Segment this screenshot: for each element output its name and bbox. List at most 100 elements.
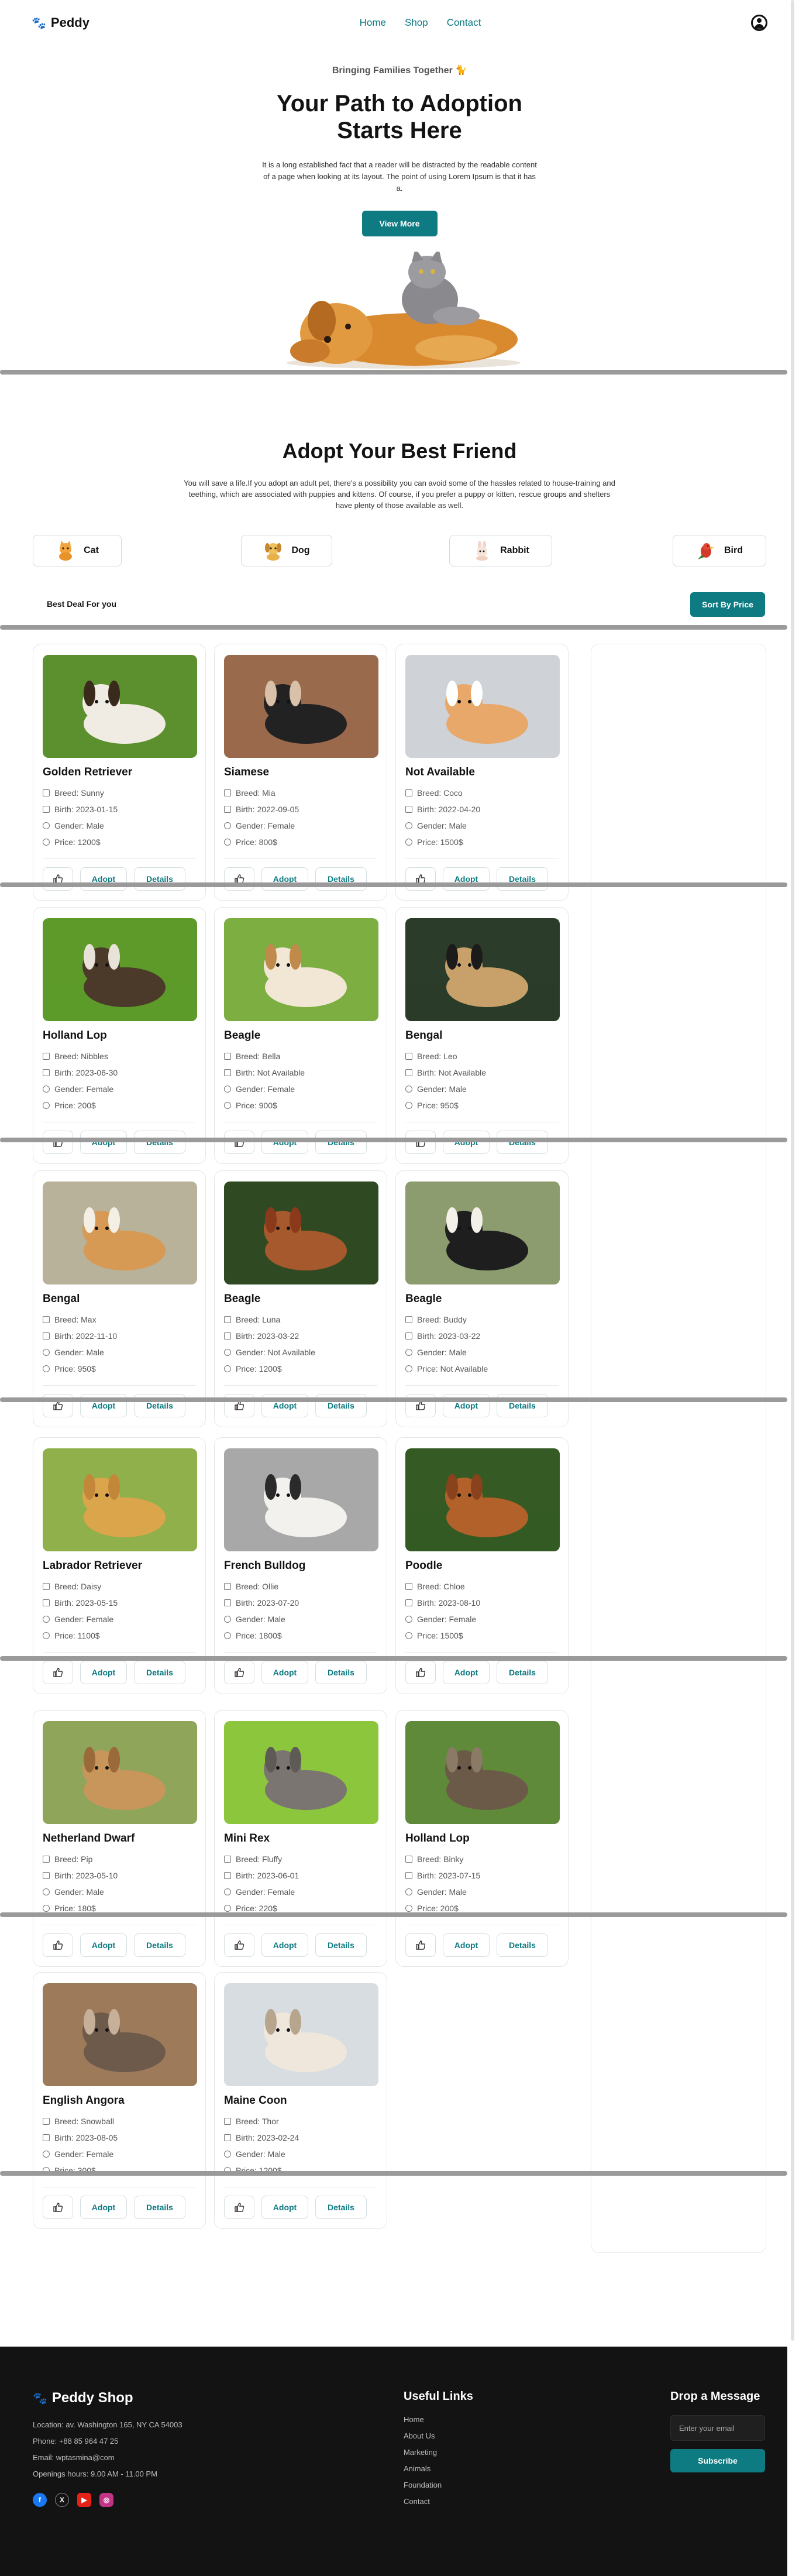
pet-birth: Birth: 2023-05-15 [43, 1595, 196, 1611]
adopt-button[interactable]: Adopt [80, 1933, 127, 1957]
category-dog-button[interactable]: Dog [241, 535, 332, 566]
newsletter: Drop a Message Subscribe [670, 2390, 765, 2472]
nav-contact[interactable]: Contact [447, 17, 481, 29]
price-icon [405, 1102, 412, 1109]
horizontal-scrollbar[interactable] [0, 1397, 787, 1402]
like-button[interactable] [43, 1661, 73, 1684]
view-more-button[interactable]: View More [361, 211, 438, 236]
like-button[interactable] [224, 1661, 254, 1684]
footer-link-contact[interactable]: Contact [404, 2493, 473, 2510]
footer-link-foundation[interactable]: Foundation [404, 2477, 473, 2493]
x-icon[interactable]: X [55, 2493, 69, 2507]
adopt-button[interactable]: Adopt [80, 2196, 127, 2219]
like-button[interactable] [224, 1933, 254, 1957]
price-icon [405, 1905, 412, 1912]
calendar-icon [224, 1332, 231, 1339]
pet-actions: Adopt Details [43, 1661, 196, 1684]
like-button[interactable] [405, 867, 436, 891]
details-button[interactable]: Details [315, 1131, 367, 1154]
details-button[interactable]: Details [134, 2196, 185, 2219]
pet-breed-text: Breed: Binky [417, 1854, 464, 1864]
nav-home[interactable]: Home [360, 17, 386, 29]
adopt-button[interactable]: Adopt [261, 1933, 308, 1957]
like-button[interactable] [224, 2196, 254, 2219]
details-button[interactable]: Details [315, 1661, 367, 1684]
gender-icon [43, 2151, 50, 2158]
horizontal-scrollbar[interactable] [0, 1656, 787, 1661]
details-button[interactable]: Details [315, 1933, 367, 1957]
adopt-button[interactable]: Adopt [261, 1661, 308, 1684]
like-button[interactable] [43, 1131, 73, 1154]
newsletter-email-input[interactable] [670, 2415, 765, 2441]
horizontal-scrollbar[interactable] [0, 2171, 787, 2176]
sort-by-price-button[interactable]: Sort By Price [690, 592, 765, 617]
like-button[interactable] [224, 867, 254, 891]
category-cat-button[interactable]: Cat [33, 535, 122, 566]
pet-gender: Gender: Male [224, 2146, 377, 2162]
horizontal-scrollbar[interactable] [0, 370, 787, 375]
dog-category-icon [265, 543, 282, 561]
details-button[interactable]: Details [134, 867, 185, 891]
youtube-icon[interactable]: ▶ [77, 2493, 91, 2507]
horizontal-scrollbar[interactable] [0, 625, 787, 630]
like-button[interactable] [405, 1131, 436, 1154]
adopt-button[interactable]: Adopt [443, 1131, 490, 1154]
subscribe-button[interactable]: Subscribe [670, 2449, 765, 2472]
pet-gender: Gender: Male [405, 818, 559, 834]
footer-link-animals[interactable]: Animals [404, 2461, 473, 2477]
adopt-button[interactable]: Adopt [261, 867, 308, 891]
like-button[interactable] [405, 1661, 436, 1684]
price-icon [405, 1365, 412, 1372]
nav-shop[interactable]: Shop [405, 17, 428, 29]
like-button[interactable] [43, 867, 73, 891]
instagram-icon[interactable]: ◎ [99, 2493, 113, 2507]
site-header: 🐾 Peddy Home Shop Contact [0, 0, 799, 46]
adopt-button[interactable]: Adopt [443, 1933, 490, 1957]
pet-card: Bengal Breed: Leo Birth: Not Available Gend… [395, 907, 569, 1164]
details-button[interactable]: Details [134, 1933, 185, 1957]
details-button[interactable]: Details [497, 1131, 548, 1154]
horizontal-scrollbar[interactable] [0, 1912, 787, 1917]
pet-photo [43, 1721, 197, 1824]
footer-link-marketing[interactable]: Marketing [404, 2444, 473, 2461]
adopt-button[interactable]: Adopt [443, 1661, 490, 1684]
details-button[interactable]: Details [497, 1933, 548, 1957]
details-button[interactable]: Details [134, 1131, 185, 1154]
adopt-button[interactable]: Adopt [443, 867, 490, 891]
like-button[interactable] [43, 2196, 73, 2219]
footer-link-home[interactable]: Home [404, 2412, 473, 2428]
breed-icon [224, 2118, 231, 2125]
horizontal-scrollbar[interactable] [0, 882, 787, 887]
pet-meta: Breed: Chloe Birth: 2023-08-10 Gender: Fem… [405, 1578, 559, 1644]
pet-birth: Birth: 2023-07-20 [224, 1595, 377, 1611]
pet-actions: Adopt Details [405, 1933, 559, 1957]
user-account-icon[interactable] [751, 15, 767, 31]
category-rabbit-button[interactable]: Rabbit [449, 535, 552, 566]
pet-gender: Gender: Male [405, 1344, 559, 1361]
adopt-button[interactable]: Adopt [261, 2196, 308, 2219]
footer-link-about[interactable]: About Us [404, 2428, 473, 2444]
like-button[interactable] [405, 1933, 436, 1957]
adopt-button[interactable]: Adopt [80, 1131, 127, 1154]
hero-tagline: Bringing Families Together 🐈 [332, 66, 467, 75]
adopt-button[interactable]: Adopt [261, 1131, 308, 1154]
footer-brand[interactable]: 🐾 Peddy Shop [33, 2390, 755, 2406]
like-button[interactable] [224, 1131, 254, 1154]
details-button[interactable]: Details [497, 867, 548, 891]
details-button[interactable]: Details [497, 1661, 548, 1684]
details-button[interactable]: Details [315, 2196, 367, 2219]
horizontal-scrollbar[interactable] [0, 1138, 787, 1142]
facebook-icon[interactable]: f [33, 2493, 47, 2507]
gender-icon [224, 1349, 231, 1356]
brand-logo[interactable]: 🐾 Peddy [32, 15, 89, 30]
hero-dog-and-cat-image [287, 252, 521, 369]
category-bird-button[interactable]: Bird [673, 535, 766, 566]
adopt-button[interactable]: Adopt [80, 1661, 127, 1684]
like-button[interactable] [43, 1933, 73, 1957]
details-button[interactable]: Details [315, 867, 367, 891]
adopt-button[interactable]: Adopt [80, 867, 127, 891]
pet-meta: Breed: Nibbles Birth: 2023-06-30 Gender: F… [43, 1048, 196, 1114]
details-button[interactable]: Details [134, 1661, 185, 1684]
vertical-scrollbar-track[interactable] [791, 0, 794, 2341]
gender-icon [224, 2151, 231, 2158]
